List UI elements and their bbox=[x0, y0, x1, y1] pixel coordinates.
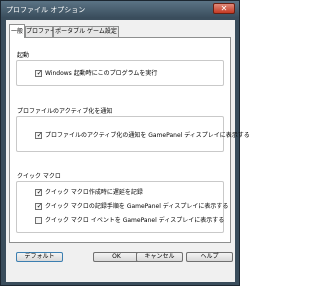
options-dialog: プロファイル オプション ✕ 一般 プロファイル ポータブル ゲーム設定 起動 … bbox=[0, 0, 250, 286]
window-title: プロファイル オプション bbox=[6, 6, 86, 14]
group-title-quick-macro: クイック マクロ bbox=[15, 171, 63, 180]
checkbox[interactable]: ✓ bbox=[35, 188, 43, 196]
group-quick-macro: クイック マクロ ✓ クイック マクロ作成時に遅延を記録 ✓ クイック マクロの… bbox=[15, 171, 228, 233]
title-bar[interactable]: プロファイル オプション ✕ bbox=[1, 1, 239, 17]
close-icon: ✕ bbox=[220, 4, 228, 13]
group-title-startup: 起動 bbox=[15, 50, 32, 59]
checkmark-icon: ✓ bbox=[36, 131, 43, 139]
option-label: クイック マクロの記録手順を GamePanel ディスプレイに表示する bbox=[45, 203, 229, 210]
cancel-button[interactable]: キャンセル bbox=[136, 252, 183, 262]
checkmark-icon: ✓ bbox=[36, 69, 43, 77]
tab-panel-general: 起動 ✓ Windows 起動時にこのプログラムを実行 プロファイルのアクティブ… bbox=[9, 37, 250, 243]
group-profile-notify: プロファイルのアクティブ化を通知 ✓ プロファイルのアクティブ化の通知を Gam… bbox=[15, 106, 250, 152]
help-button[interactable]: ヘルプ bbox=[186, 252, 233, 262]
checkbox[interactable]: ✓ bbox=[35, 202, 43, 210]
close-button[interactable]: ✕ bbox=[213, 3, 235, 14]
tab-portable-game-settings[interactable]: ポータブル ゲーム設定 bbox=[53, 26, 119, 37]
default-button[interactable]: デフォルト bbox=[16, 252, 63, 262]
option-label: クイック マクロ作成時に遅延を記録 bbox=[45, 189, 143, 196]
ok-button[interactable]: OK bbox=[93, 252, 140, 262]
checkmark-icon: ✓ bbox=[36, 188, 43, 196]
option-label: プロファイルのアクティブ化の通知を GamePanel ディスプレイに表示する bbox=[45, 132, 250, 139]
dialog-body: 一般 プロファイル ポータブル ゲーム設定 起動 ✓ Windows 起動時にこ… bbox=[6, 20, 250, 282]
group-startup: 起動 ✓ Windows 起動時にこのプログラムを実行 bbox=[15, 50, 224, 86]
checkbox[interactable]: ✓ bbox=[35, 69, 43, 77]
checkmark-icon: ✓ bbox=[36, 202, 43, 210]
tab-general[interactable]: 一般 bbox=[9, 24, 25, 38]
tab-profile[interactable]: プロファイル bbox=[25, 26, 62, 37]
option-label: クイック マクロ イベントを GamePanel ディスプレイに表示する bbox=[45, 217, 225, 224]
option-label: Windows 起動時にこのプログラムを実行 bbox=[45, 70, 158, 77]
checkbox[interactable] bbox=[35, 217, 42, 224]
group-title-profile-notify: プロファイルのアクティブ化を通知 bbox=[15, 106, 115, 115]
checkbox[interactable]: ✓ bbox=[35, 131, 43, 139]
